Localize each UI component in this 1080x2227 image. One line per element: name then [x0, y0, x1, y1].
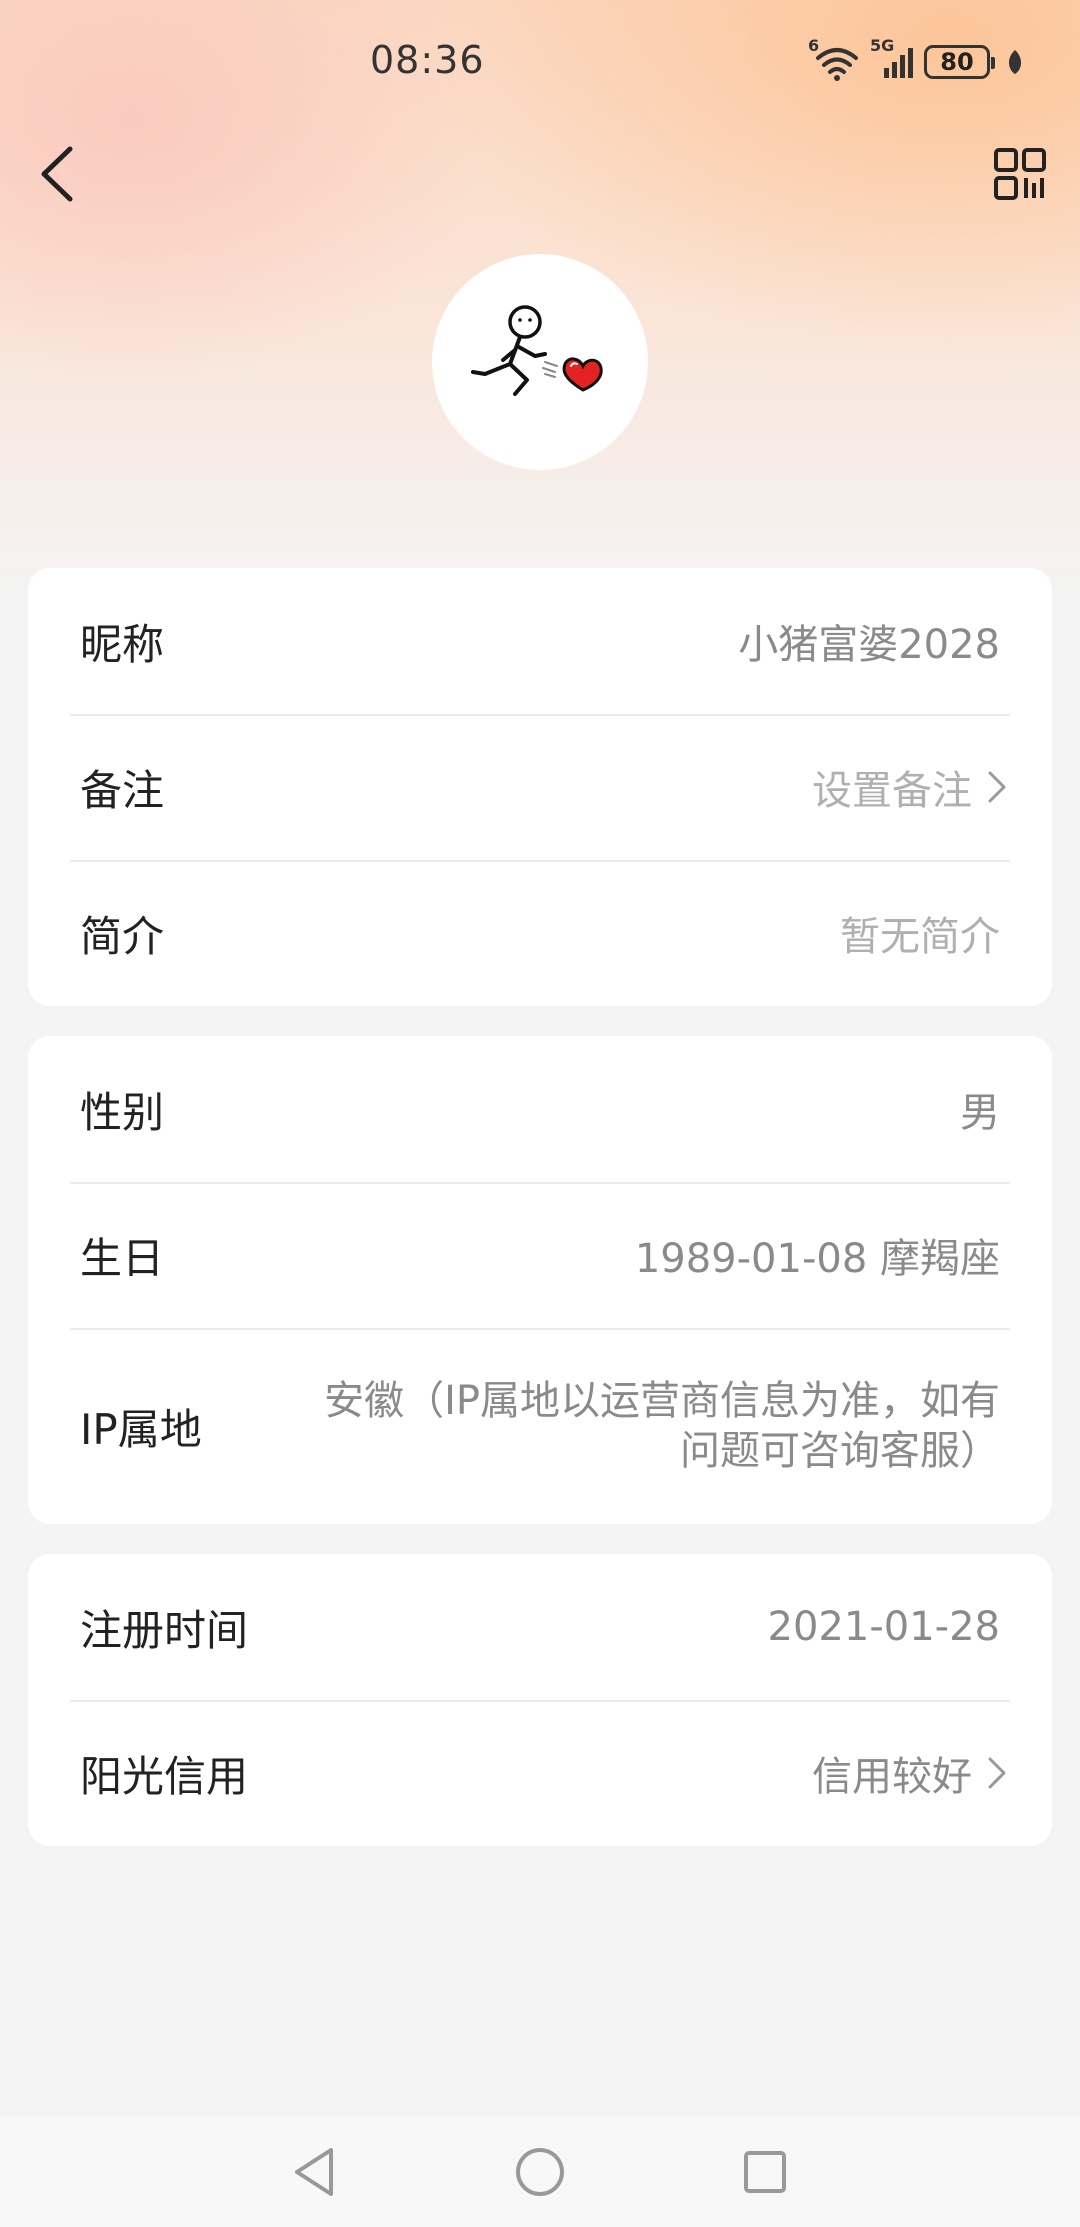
back-button[interactable]: [26, 136, 86, 212]
circle-home-icon: [514, 2146, 566, 2198]
network-label: 5G: [870, 36, 895, 55]
bio-value: 暂无简介: [840, 914, 1000, 960]
battery-icon: 80: [924, 45, 995, 79]
nav-home-button[interactable]: [505, 2137, 575, 2207]
birthday-value: 1989-01-08 摩羯座: [634, 1236, 1000, 1282]
sunshine-credit-row[interactable]: 阳光信用 信用较好: [28, 1700, 1052, 1846]
birthday-row: 生日 1989-01-08 摩羯座: [28, 1182, 1052, 1328]
bio-row: 简介 暂无简介: [28, 860, 1052, 1006]
nickname-row: 昵称 小猪富婆2028: [28, 568, 1052, 714]
signal-icon: 5G: [870, 36, 914, 82]
avatar[interactable]: [432, 254, 648, 470]
register-time-value: 2021-01-28: [767, 1604, 1000, 1650]
chevron-right-icon: [986, 1755, 1008, 1791]
bio-label: 简介: [80, 911, 165, 961]
triangle-back-icon: [291, 2146, 339, 2198]
battery-level: 80: [940, 48, 974, 76]
remark-label: 备注: [80, 765, 165, 815]
gender-row: 性别 男: [28, 1036, 1052, 1182]
status-bar: 08:36 6 5G 80: [0, 0, 1080, 126]
nav-recents-button[interactable]: [730, 2137, 800, 2207]
status-time: 08:36: [370, 38, 485, 82]
sunshine-credit-value: 信用较好: [812, 1754, 972, 1800]
system-navigation-bar: [0, 2117, 1080, 2227]
wifi-icon: 6: [808, 36, 860, 82]
leaf-icon: [1006, 48, 1024, 76]
status-icons: 6 5G 80: [808, 36, 1024, 84]
profile-card-basic: 昵称 小猪富婆2028 备注 设置备注 简介 暂无简介: [28, 568, 1052, 1006]
stick-figure-heart-avatar-icon: [465, 302, 615, 422]
chevron-left-icon: [38, 145, 74, 203]
ip-location-value: 安徽（IP属地以运营商信息为准，如有问题可咨询客服）: [324, 1378, 1000, 1474]
square-recents-icon: [741, 2148, 789, 2196]
ip-location-label: IP属地: [80, 1404, 202, 1454]
gender-label: 性别: [80, 1087, 165, 1137]
chevron-right-icon: [986, 769, 1008, 805]
gender-value: 男: [960, 1090, 1000, 1136]
birthday-label: 生日: [80, 1233, 165, 1283]
nickname-value: 小猪富婆2028: [738, 622, 1000, 668]
nav-back-button[interactable]: [280, 2137, 350, 2207]
qr-code-button[interactable]: [986, 140, 1054, 208]
ip-location-row: IP属地 安徽（IP属地以运营商信息为准，如有问题可咨询客服）: [28, 1328, 1052, 1524]
profile-card-personal: 性别 男 生日 1989-01-08 摩羯座 IP属地 安徽（IP属地以运营商信…: [28, 1036, 1052, 1524]
wifi-badge: 6: [808, 36, 820, 55]
qr-code-icon: [993, 147, 1047, 201]
register-time-label: 注册时间: [80, 1605, 249, 1655]
sunshine-credit-label: 阳光信用: [80, 1751, 249, 1801]
remark-row[interactable]: 备注 设置备注: [28, 714, 1052, 860]
profile-card-account: 注册时间 2021-01-28 阳光信用 信用较好: [28, 1554, 1052, 1846]
nickname-label: 昵称: [80, 619, 165, 669]
remark-value: 设置备注: [812, 768, 972, 814]
register-time-row: 注册时间 2021-01-28: [28, 1554, 1052, 1700]
